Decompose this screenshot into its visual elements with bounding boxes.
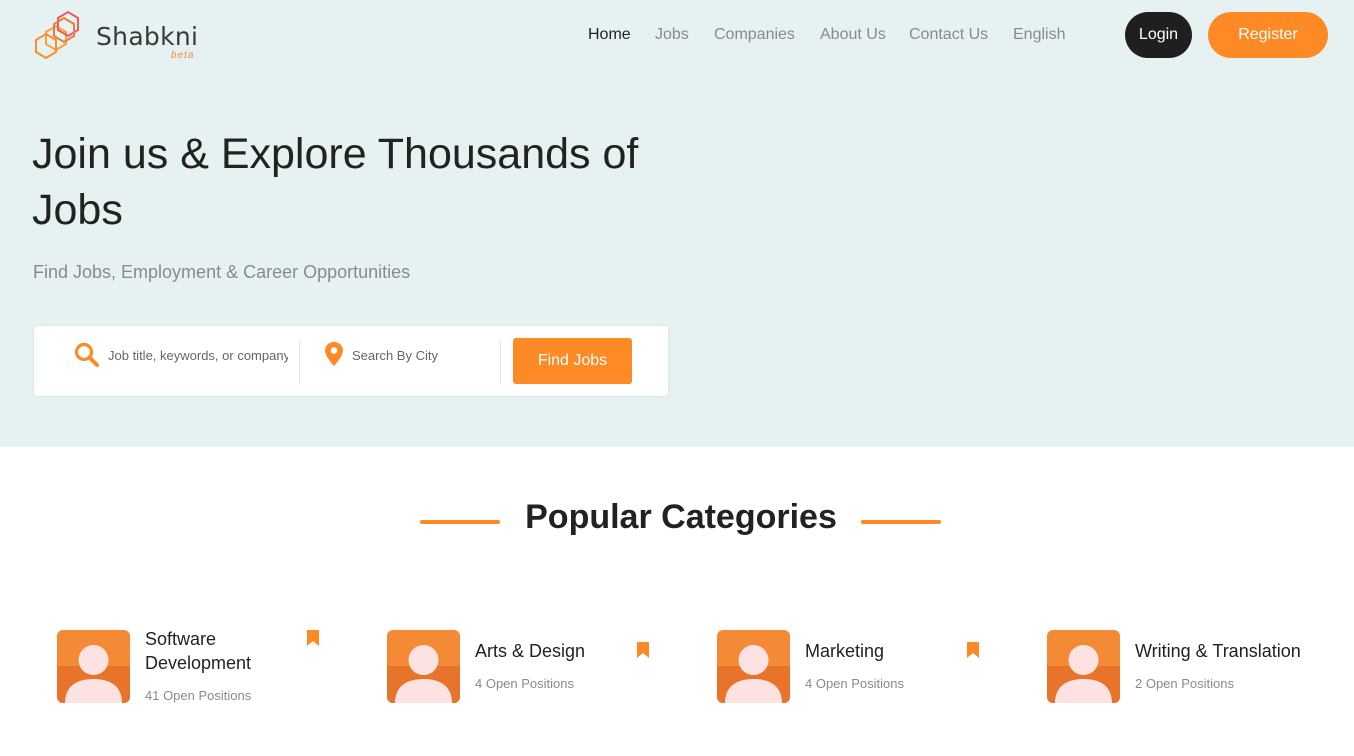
nav-companies[interactable]: Companies xyxy=(714,26,795,44)
keyword-search-input[interactable] xyxy=(108,343,288,367)
category-name: Marketing xyxy=(805,641,885,661)
hero-title: Join us & Explore Thousands of Jobs xyxy=(32,130,639,234)
hexagon-logo-icon xyxy=(35,10,79,60)
user-avatar-icon xyxy=(1047,630,1120,703)
city-search-input[interactable] xyxy=(352,343,492,367)
user-avatar-icon xyxy=(717,630,790,703)
category-card-writing-translation[interactable]: Writing & Translation 2 Open Positions xyxy=(1047,630,1317,704)
category-count: 4 Open Positions xyxy=(475,676,575,691)
category-name: Arts & Design xyxy=(475,641,586,661)
nav-language[interactable]: English xyxy=(1013,26,1065,44)
map-pin-icon xyxy=(325,342,343,366)
hero-subtitle: Find Jobs, Employment & Career Opportuni… xyxy=(33,262,411,282)
search-divider xyxy=(299,340,300,384)
category-card-arts-design[interactable]: Arts & Design 4 Open Positions xyxy=(387,630,657,704)
category-card-software-development[interactable]: Software Development 41 Open Positions xyxy=(57,629,327,704)
title-decor-line-right xyxy=(861,520,941,524)
category-name: Software Development xyxy=(145,629,252,673)
brand-name: Shabkni xyxy=(96,22,199,51)
category-card-marketing[interactable]: Marketing 4 Open Positions xyxy=(717,630,987,704)
nav-home[interactable]: Home xyxy=(588,26,631,44)
nav-jobs[interactable]: Jobs xyxy=(655,26,689,44)
bookmark-icon[interactable] xyxy=(637,642,649,658)
brand-logo[interactable]: Shabkni beta xyxy=(34,10,224,65)
category-count: 2 Open Positions xyxy=(1135,676,1235,691)
user-avatar-icon xyxy=(387,630,460,703)
bookmark-icon[interactable] xyxy=(967,642,979,658)
job-search-form: Find Jobs xyxy=(33,325,669,397)
login-button[interactable]: Login xyxy=(1125,12,1192,58)
register-button[interactable]: Register xyxy=(1208,12,1328,58)
nav-contact-us[interactable]: Contact Us xyxy=(909,26,988,44)
brand-beta-tag: beta xyxy=(171,50,195,61)
category-name: Writing & Translation xyxy=(1135,641,1301,661)
user-avatar-icon xyxy=(57,630,130,703)
bookmark-icon[interactable] xyxy=(307,630,319,646)
nav-about-us[interactable]: About Us xyxy=(820,26,886,44)
find-jobs-button[interactable]: Find Jobs xyxy=(513,338,632,384)
popular-categories-title: Popular Categories xyxy=(525,498,837,536)
search-icon xyxy=(74,342,99,367)
search-divider xyxy=(500,340,501,384)
category-count: 41 Open Positions xyxy=(145,688,252,703)
category-count: 4 Open Positions xyxy=(805,676,905,691)
